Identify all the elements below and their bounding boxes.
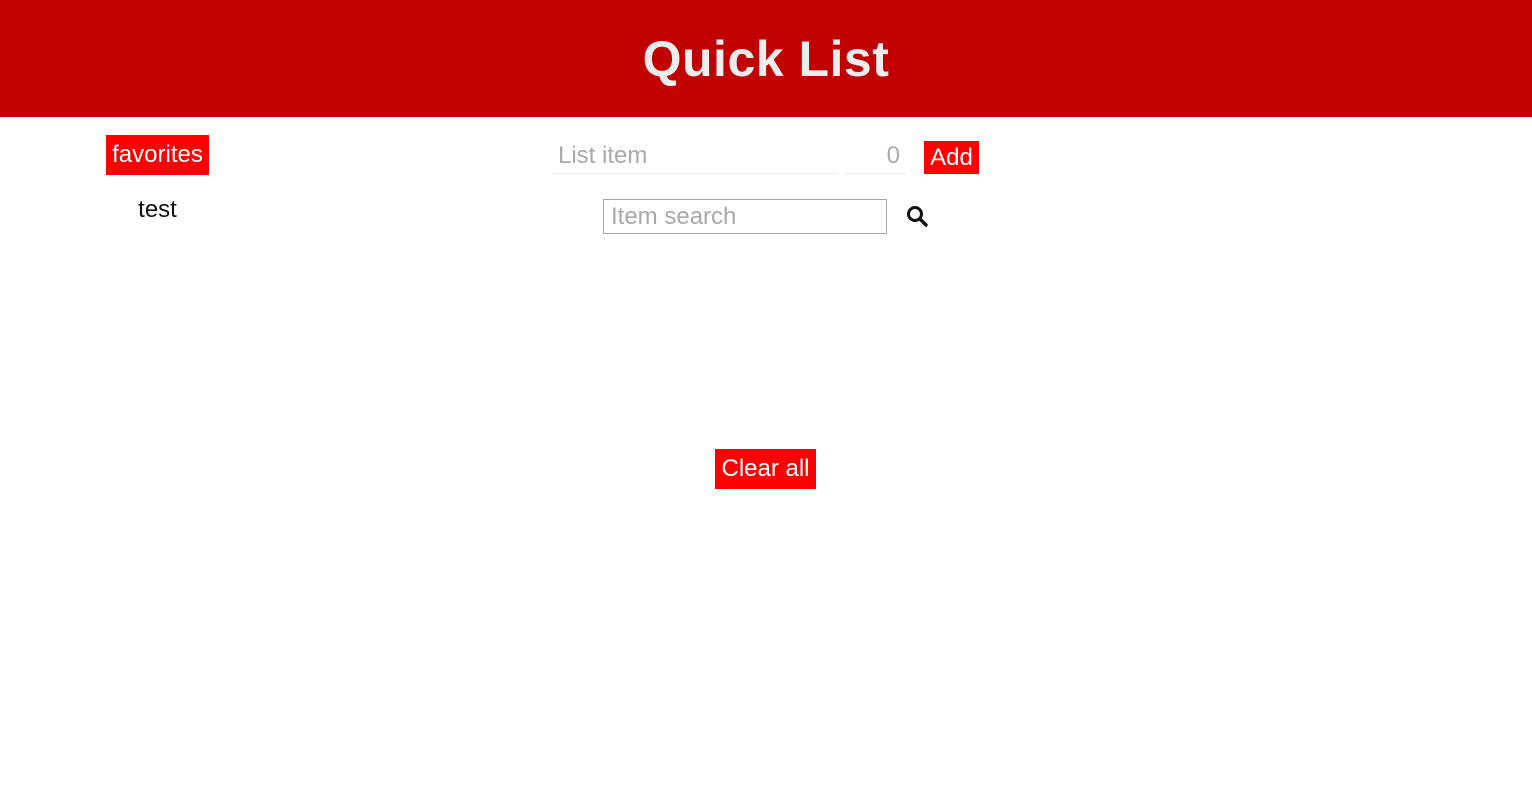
search-icon[interactable] (905, 204, 929, 228)
add-button[interactable]: Add (924, 141, 979, 174)
item-search-input[interactable] (603, 199, 887, 234)
list-item-test[interactable]: test (106, 196, 209, 224)
app-title: Quick List (642, 30, 890, 87)
favorites-button[interactable]: favorites (106, 135, 209, 175)
clear-all-button[interactable]: Clear all (715, 449, 816, 489)
list-item-input[interactable] (552, 138, 838, 174)
app-header: Quick List (0, 0, 1532, 117)
quantity-input[interactable] (845, 138, 906, 174)
